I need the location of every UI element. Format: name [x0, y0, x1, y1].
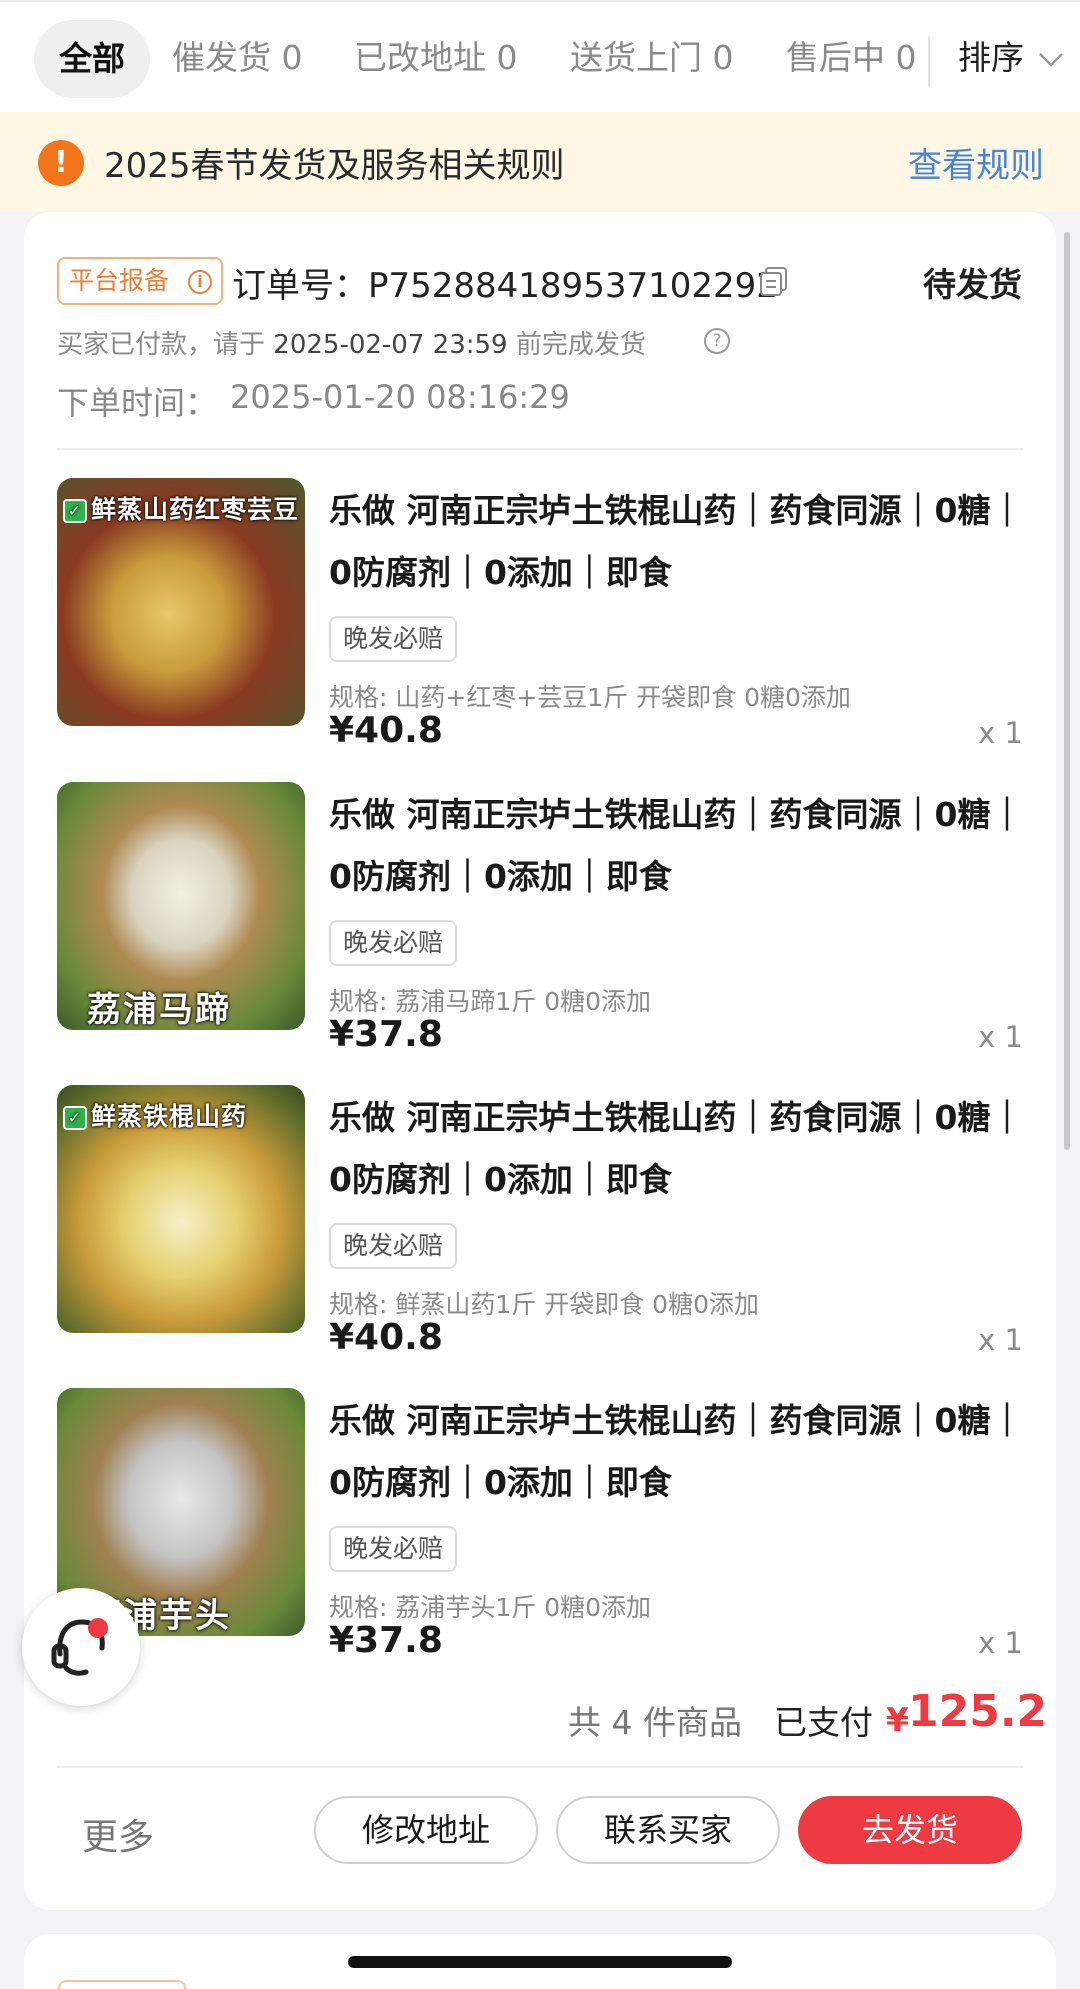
next-platform-report-badge [58, 1980, 186, 1989]
product-price: ¥40.8 [329, 710, 443, 751]
late-shipping-compensation-tag: 晚发必赔 [329, 1223, 458, 1269]
product-quantity: x 1 [978, 716, 1023, 750]
product-spec: 规格: 山药+红枣+芸豆1斤 开袋即食 0糖0添加 [329, 683, 851, 712]
tab-all[interactable]: 全部 [34, 20, 150, 98]
item-count-summary: 共 4 件商品 [568, 1703, 742, 1742]
contact-buyer-button[interactable]: 联系买家 [556, 1796, 780, 1864]
order-item[interactable]: ✓ 鲜蒸山药红枣芸豆 乐做 河南正宗垆土铁棍山药｜药食同源｜0糖｜0防腐剂｜0添加… [57, 478, 1023, 768]
paid-note-prefix: 买家已付款，请于 [57, 330, 266, 360]
product-thumbnail[interactable]: 荔浦马蹄 [57, 782, 305, 1030]
paid-label: 已支付 [774, 1703, 873, 1742]
order-time: 2025-01-20 08:16:29 [230, 378, 570, 416]
late-shipping-compensation-tag: 晚发必赔 [329, 920, 458, 966]
ship-deadline: 2025-02-07 23:59 [273, 330, 508, 360]
thumbnail-label: ✓ 鲜蒸山药红枣芸豆 [63, 490, 299, 526]
sort-button[interactable]: 排序 [958, 18, 1024, 98]
product-spec: 规格: 荔浦芋头1斤 0糖0添加 [329, 1593, 652, 1622]
product-spec: 规格: 鲜蒸山药1斤 开袋即食 0糖0添加 [329, 1290, 759, 1319]
thumbnail-label: ✓ 鲜蒸铁棍山药 [63, 1097, 247, 1133]
order-item[interactable]: 荔浦芋头 乐做 河南正宗垆土铁棍山药｜药食同源｜0糖｜0防腐剂｜0添加｜即食 晚… [57, 1388, 1023, 1678]
product-quantity: x 1 [978, 1626, 1023, 1660]
help-icon[interactable]: ? [704, 328, 730, 354]
ship-button[interactable]: 去发货 [798, 1796, 1022, 1864]
home-indicator[interactable] [348, 1956, 732, 1968]
tab-urge-shipping[interactable]: 催发货 0 [172, 18, 303, 98]
info-icon[interactable]: i [188, 270, 212, 294]
divider [57, 1766, 1023, 1768]
product-thumbnail[interactable]: ✓ 鲜蒸铁棍山药 [57, 1085, 305, 1333]
divider [57, 448, 1023, 450]
customer-service-icon [51, 1619, 105, 1676]
order-item[interactable]: 荔浦马蹄 乐做 河南正宗垆土铁棍山药｜药食同源｜0糖｜0防腐剂｜0添加｜即食 晚… [57, 782, 1023, 1072]
filter-tab-bar [0, 0, 1080, 112]
tab-home-delivery[interactable]: 送货上门 0 [570, 18, 734, 98]
more-button[interactable]: 更多 [82, 1808, 154, 1860]
product-quantity: x 1 [978, 1020, 1023, 1054]
check-icon: ✓ [63, 499, 87, 523]
product-price: ¥40.8 [329, 1317, 443, 1358]
copy-icon[interactable] [757, 264, 791, 298]
product-price: ¥37.8 [329, 1620, 443, 1661]
view-rules-link[interactable]: 查看规则 [908, 138, 1044, 187]
chevron-down-icon[interactable] [1036, 44, 1066, 74]
notice-text: 2025春节发货及服务相关规则 [104, 146, 565, 186]
payment-deadline-note: 买家已付款，请于 2025-02-07 23:59 前完成发货 [57, 324, 646, 361]
product-title[interactable]: 乐做 河南正宗垆土铁棍山药｜药食同源｜0糖｜0防腐剂｜0添加｜即食 [329, 784, 1029, 908]
product-price: ¥37.8 [329, 1014, 443, 1055]
product-thumbnail[interactable]: ✓ 鲜蒸山药红枣芸豆 [57, 478, 305, 726]
order-number: 订单号：P752884189537102292 [232, 266, 778, 306]
product-title[interactable]: 乐做 河南正宗垆土铁棍山药｜药食同源｜0糖｜0防腐剂｜0添加｜即食 [329, 480, 1029, 604]
thumbnail-label: 荔浦马蹄 [87, 990, 231, 1030]
product-quantity: x 1 [978, 1323, 1023, 1357]
late-shipping-compensation-tag: 晚发必赔 [329, 1526, 458, 1572]
product-title[interactable]: 乐做 河南正宗垆土铁棍山药｜药食同源｜0糖｜0防腐剂｜0添加｜即食 [329, 1390, 1029, 1514]
order-item[interactable]: ✓ 鲜蒸铁棍山药 乐做 河南正宗垆土铁棍山药｜药食同源｜0糖｜0防腐剂｜0添加｜即… [57, 1085, 1023, 1375]
product-title[interactable]: 乐做 河南正宗垆土铁棍山药｜药食同源｜0糖｜0防腐剂｜0添加｜即食 [329, 1087, 1029, 1211]
late-shipping-compensation-tag: 晚发必赔 [329, 616, 458, 662]
tab-address-changed[interactable]: 已改地址 0 [354, 18, 518, 98]
notification-dot [88, 1618, 108, 1638]
modify-address-button[interactable]: 修改地址 [314, 1796, 538, 1864]
tab-after-sales[interactable]: 售后中 0 [786, 18, 917, 98]
scrollbar[interactable] [1064, 232, 1070, 1150]
warning-icon: ! [38, 140, 84, 186]
currency-symbol: ¥ [886, 1700, 909, 1739]
paid-note-suffix: 前完成发货 [515, 330, 646, 360]
check-icon: ✓ [63, 1106, 87, 1130]
order-status: 待发货 [923, 265, 1022, 304]
customer-service-button[interactable] [22, 1588, 140, 1706]
order-time-label: 下单时间： [57, 384, 218, 422]
product-spec: 规格: 荔浦马蹄1斤 0糖0添加 [329, 987, 652, 1016]
paid-total: 125.2 [908, 1686, 1048, 1737]
tab-divider [928, 36, 930, 86]
